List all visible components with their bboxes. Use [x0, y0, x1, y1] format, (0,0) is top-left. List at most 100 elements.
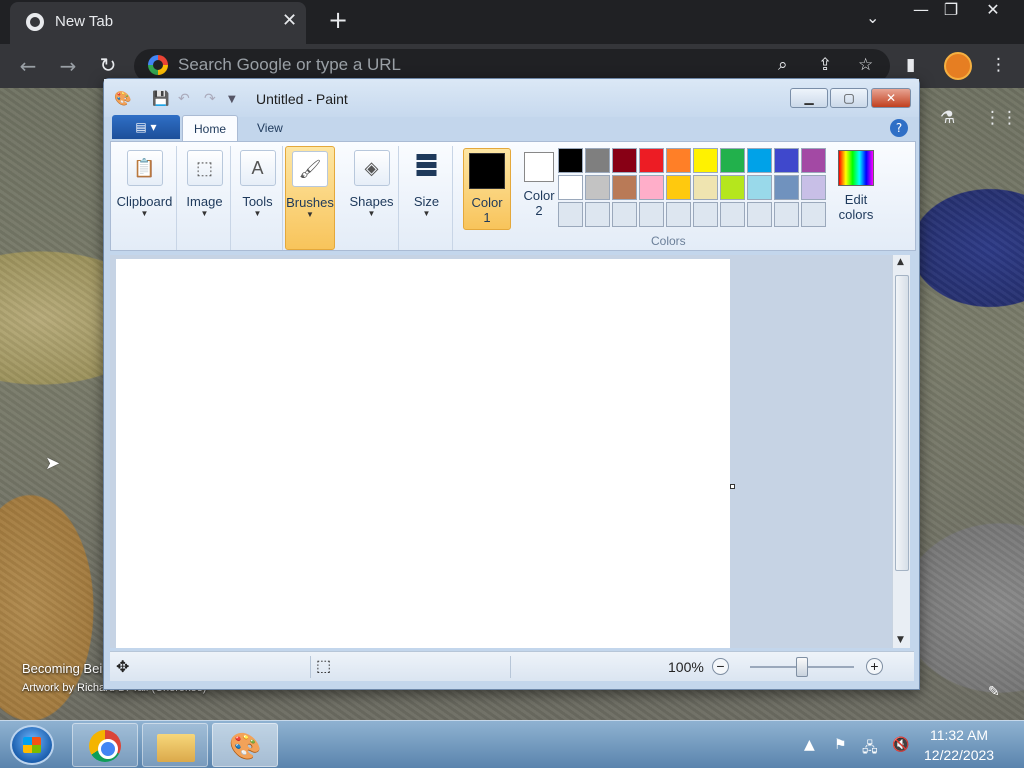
- scrollbar-thumb[interactable]: [895, 275, 909, 571]
- brushes-group[interactable]: 🖌 Brushes ▼: [285, 146, 335, 250]
- side-panel-icon[interactable]: ▮: [906, 55, 915, 75]
- ribbon-tab-strip: ▤ ▾ Home View: [110, 115, 916, 141]
- zoom-magnifier-icon[interactable]: ⌕: [778, 55, 788, 75]
- drawing-canvas[interactable]: [116, 259, 730, 648]
- scroll-up-icon[interactable]: ▲: [897, 257, 904, 267]
- volume-muted-icon[interactable]: 🔇: [892, 737, 909, 753]
- tools-group[interactable]: A Tools ▼: [233, 146, 283, 250]
- color2-button[interactable]: Color 2: [515, 148, 563, 230]
- palette-custom-slot[interactable]: [585, 202, 610, 227]
- palette-color-swatch[interactable]: [720, 175, 745, 200]
- palette-custom-slot[interactable]: [558, 202, 583, 227]
- palette-color-swatch[interactable]: [693, 148, 718, 173]
- minimize-button[interactable]: ▁: [790, 88, 828, 108]
- taskbar: 🎨 ▲ ⚑ 🖧 🔇 11:32 AM 12/22/2023: [0, 720, 1024, 768]
- palette-color-swatch[interactable]: [612, 175, 637, 200]
- profile-avatar[interactable]: [944, 52, 972, 80]
- zoom-slider-knob[interactable]: [796, 657, 808, 677]
- tab-view[interactable]: View: [246, 115, 294, 141]
- taskbar-chrome-button[interactable]: [72, 723, 138, 767]
- vertical-scrollbar[interactable]: ▲ ▼: [892, 255, 910, 648]
- edit-colors-button[interactable]: Edit colors: [831, 148, 881, 222]
- palette-custom-slot[interactable]: [612, 202, 637, 227]
- palette-color-swatch[interactable]: [774, 148, 799, 173]
- tab-home[interactable]: Home: [182, 115, 239, 141]
- palette-color-swatch[interactable]: [639, 175, 664, 200]
- back-arrow-icon[interactable]: ←: [14, 54, 42, 78]
- maximize-button[interactable]: ▢: [830, 88, 868, 108]
- palette-color-swatch[interactable]: [612, 148, 637, 173]
- menu-kebab-icon[interactable]: ⋮: [990, 55, 1007, 75]
- colors-group-label: Colors: [651, 234, 686, 248]
- palette-custom-slot[interactable]: [774, 202, 799, 227]
- show-hidden-icons-icon[interactable]: ▲: [804, 737, 815, 753]
- zoom-in-button[interactable]: +: [866, 658, 883, 675]
- palette-custom-slot[interactable]: [747, 202, 772, 227]
- edit-colors-label-2: colors: [838, 207, 874, 222]
- palette-color-swatch[interactable]: [693, 175, 718, 200]
- bookmark-star-icon[interactable]: ☆: [858, 55, 873, 75]
- action-center-flag-icon[interactable]: ⚑: [834, 737, 847, 753]
- palette-color-swatch[interactable]: [747, 148, 772, 173]
- palette-color-swatch[interactable]: [720, 148, 745, 173]
- browser-close-button[interactable]: ✕: [978, 0, 1008, 24]
- palette-color-swatch[interactable]: [558, 148, 583, 173]
- palette-color-swatch[interactable]: [639, 148, 664, 173]
- browser-tab[interactable]: New Tab ✕: [10, 2, 306, 44]
- palette-custom-slot[interactable]: [693, 202, 718, 227]
- palette-color-swatch[interactable]: [801, 148, 826, 173]
- taskbar-paint-button[interactable]: 🎨: [212, 723, 278, 767]
- file-menu-button[interactable]: ▤ ▾: [112, 115, 180, 139]
- apps-grid-icon[interactable]: ⋮⋮: [984, 108, 1018, 128]
- clock[interactable]: 11:32 AM 12/22/2023: [924, 725, 994, 765]
- palette-color-swatch[interactable]: [801, 175, 826, 200]
- color1-button[interactable]: Color 1: [463, 148, 511, 230]
- close-button[interactable]: ✕: [871, 88, 911, 108]
- new-tab-button[interactable]: +: [328, 6, 348, 34]
- window-title: Untitled - Paint: [256, 91, 348, 107]
- close-tab-icon[interactable]: ✕: [282, 10, 297, 31]
- wallpaper-caption-title: Becoming Bei: [22, 661, 103, 676]
- shapes-group[interactable]: ◈ Shapes ▼: [345, 146, 399, 250]
- forward-arrow-icon[interactable]: →: [54, 54, 82, 78]
- palette-color-swatch[interactable]: [585, 148, 610, 173]
- zoom-out-button[interactable]: −: [712, 658, 729, 675]
- help-icon[interactable]: ?: [890, 119, 908, 137]
- palette-color-swatch[interactable]: [666, 175, 691, 200]
- redo-icon[interactable]: ↷: [204, 91, 216, 107]
- paint-titlebar: 🎨 💾 ↶ ↷ ▼ Untitled - Paint ▁ ▢ ✕: [104, 79, 919, 117]
- palette-custom-slot[interactable]: [720, 202, 745, 227]
- tab-search-chevron-icon[interactable]: ⌄: [866, 8, 879, 27]
- paint-app-icon: 🎨: [114, 91, 132, 107]
- scroll-down-icon[interactable]: ▼: [897, 635, 904, 645]
- browser-minimize-button[interactable]: —: [906, 0, 936, 24]
- palette-custom-slot[interactable]: [666, 202, 691, 227]
- image-group[interactable]: ⬚ Image ▼: [179, 146, 231, 250]
- palette-color-swatch[interactable]: [747, 175, 772, 200]
- save-icon[interactable]: 💾: [152, 91, 169, 107]
- customize-pencil-icon[interactable]: ✎: [988, 684, 1000, 700]
- palette-color-swatch[interactable]: [666, 148, 691, 173]
- qat-dropdown-icon[interactable]: ▼: [228, 94, 236, 105]
- share-icon[interactable]: ⇪: [818, 55, 832, 75]
- clipboard-group[interactable]: 📋 Clipboard ▼: [113, 146, 177, 250]
- start-button[interactable]: [10, 725, 54, 765]
- size-group[interactable]: ▬ ▬ ▬ Size ▼: [401, 144, 453, 250]
- labs-flask-icon[interactable]: ⚗: [940, 108, 955, 128]
- omnibox-placeholder[interactable]: Search Google or type a URL: [178, 55, 401, 75]
- reload-icon[interactable]: ↻: [94, 53, 122, 77]
- undo-icon[interactable]: ↶: [178, 91, 190, 107]
- shapes-label: Shapes: [349, 194, 394, 209]
- palette-color-swatch[interactable]: [585, 175, 610, 200]
- palette-custom-slot[interactable]: [801, 202, 826, 227]
- palette-color-swatch[interactable]: [558, 175, 583, 200]
- palette-custom-slot[interactable]: [639, 202, 664, 227]
- canvas-resize-handle[interactable]: [730, 484, 735, 489]
- image-label: Image: [186, 194, 223, 209]
- palette-color-swatch[interactable]: [774, 175, 799, 200]
- network-icon[interactable]: 🖧: [862, 737, 878, 761]
- clock-date: 12/22/2023: [924, 747, 995, 763]
- taskbar-explorer-button[interactable]: [142, 723, 208, 767]
- browser-restore-button[interactable]: ❐: [936, 0, 966, 24]
- color2-number: 2: [535, 203, 543, 218]
